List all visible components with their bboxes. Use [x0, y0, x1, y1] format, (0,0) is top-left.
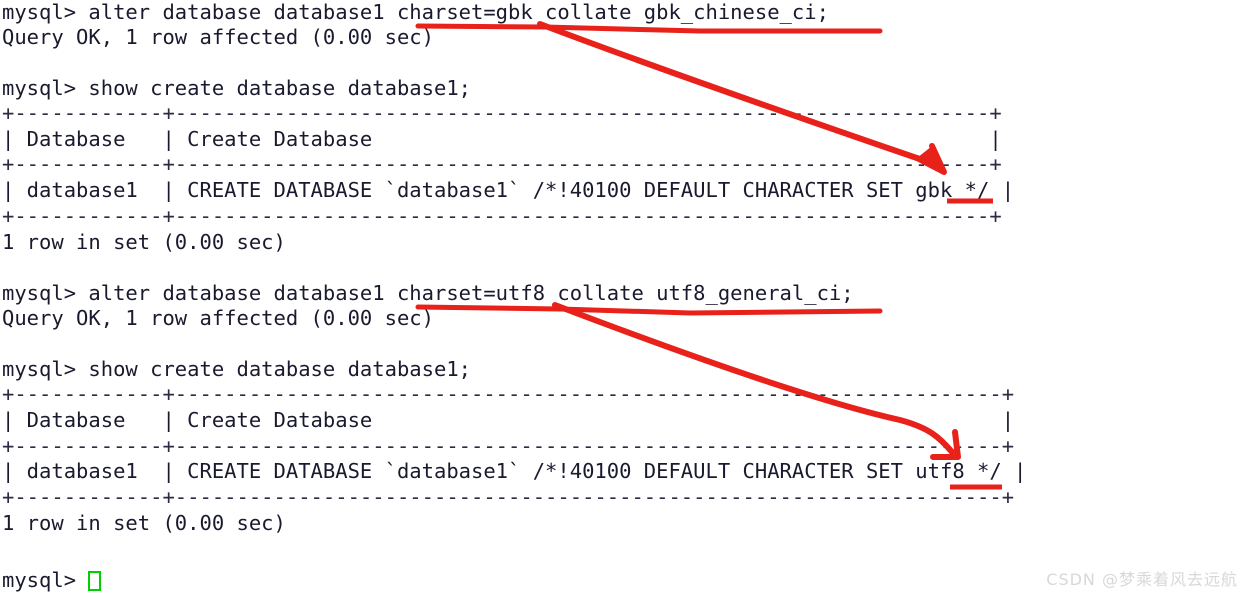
terminal-line-cmd-show-utf8: mysql> show create database database1;: [2, 357, 471, 381]
terminal-line-result-alter-utf8: Query OK, 1 row affected (0.00 sec): [2, 306, 434, 330]
terminal-prompt-line[interactable]: mysql>: [2, 568, 102, 594]
terminal-line-table2-rule-bottom: +------------+--------------------------…: [2, 485, 1015, 509]
terminal-line-table1-rowcount: 1 row in set (0.00 sec): [2, 230, 286, 254]
terminal-line-table1-rule-mid: +------------+--------------------------…: [2, 152, 1002, 176]
terminal-output: mysql> alter database database1 charset=…: [0, 0, 1258, 600]
terminal-line-table1-rule-top: +------------+--------------------------…: [2, 101, 1002, 125]
terminal-line-table2-data-row: | database1 | CREATE DATABASE `database1…: [2, 459, 1027, 483]
terminal-line-table1-header-row: | Database | Create Database |: [2, 127, 1002, 151]
terminal-line-cmd-alter-utf8: mysql> alter database database1 charset=…: [2, 281, 854, 305]
terminal-line-table1-data-row: | database1 | CREATE DATABASE `database1…: [2, 178, 1015, 202]
prompt-text: mysql>: [2, 568, 89, 592]
terminal-line-table2-header-row: | Database | Create Database |: [2, 408, 1015, 432]
terminal-line-cmd-alter-gbk: mysql> alter database database1 charset=…: [2, 0, 829, 24]
terminal-line-result-alter-gbk: Query OK, 1 row affected (0.00 sec): [2, 25, 434, 49]
csdn-watermark: CSDN @梦乘着风去远航: [1046, 570, 1238, 589]
terminal-line-table2-rule-mid: +------------+--------------------------…: [2, 434, 1015, 458]
terminal-line-table2-rowcount: 1 row in set (0.00 sec): [2, 511, 286, 535]
terminal-line-table2-rule-top: +------------+--------------------------…: [2, 382, 1015, 406]
text-cursor: [88, 571, 102, 591]
terminal-line-table1-rule-bottom: +------------+--------------------------…: [2, 204, 1002, 228]
terminal-line-cmd-show-gbk: mysql> show create database database1;: [2, 76, 471, 100]
